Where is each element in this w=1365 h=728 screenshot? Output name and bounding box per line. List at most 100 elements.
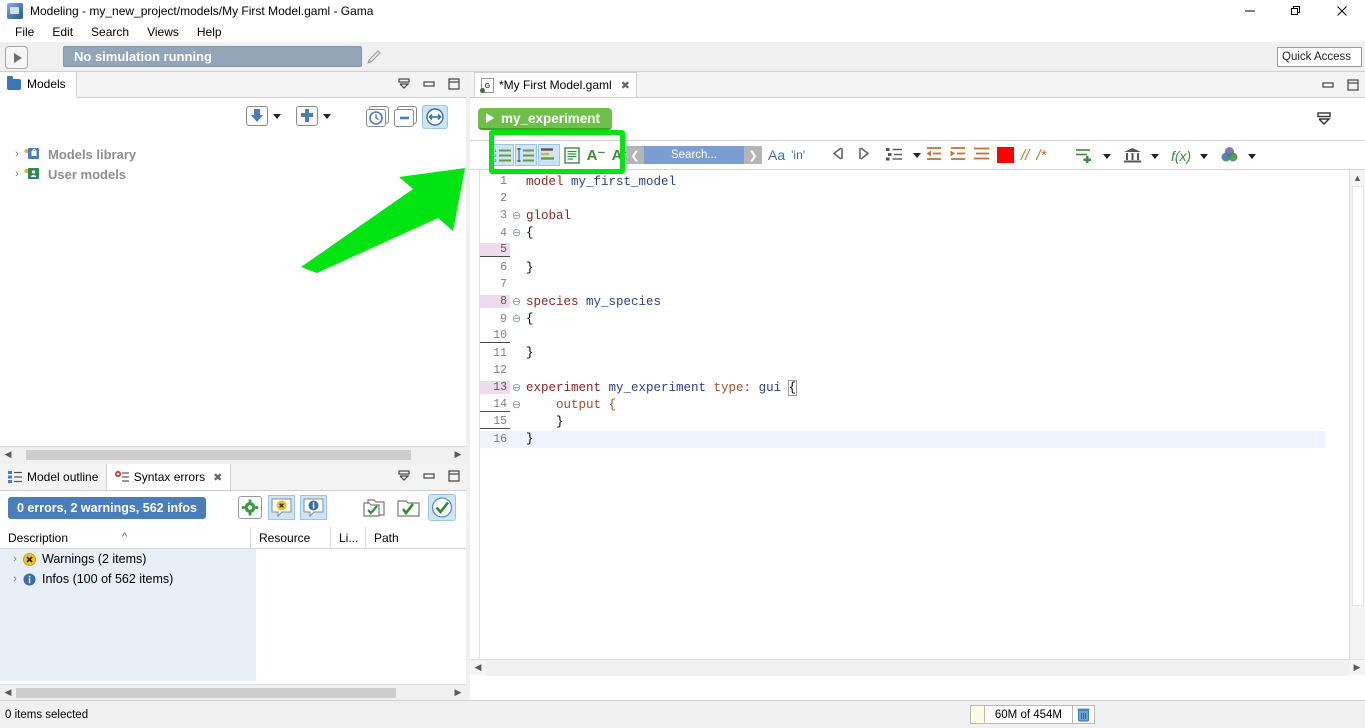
minimize-button[interactable] — [1227, 0, 1273, 22]
fold-icon[interactable]: ⊖ — [510, 226, 523, 240]
code-vscrollbar[interactable]: ▲ ▼ — [1349, 170, 1365, 675]
twisty-icon[interactable]: › — [10, 148, 24, 160]
menu-views[interactable]: Views — [138, 23, 188, 41]
import-model-icon[interactable] — [246, 106, 268, 126]
minimize-all-icon[interactable] — [396, 76, 412, 92]
scroll-thumb[interactable] — [16, 687, 396, 698]
fold-icon[interactable]: ⊖ — [510, 209, 523, 223]
colors-icon[interactable] — [1220, 146, 1239, 166]
functions-caret[interactable] — [1200, 153, 1209, 159]
line-comment-icon[interactable]: // — [1021, 147, 1029, 164]
tab-models[interactable]: Models — [0, 72, 77, 98]
column-resource[interactable]: Resource — [250, 526, 330, 549]
builtin-types-icon[interactable] — [1123, 147, 1142, 166]
minimize-all-icon[interactable] — [396, 468, 412, 484]
scroll-track[interactable] — [486, 659, 1349, 676]
scroll-thumb[interactable] — [26, 449, 411, 460]
outline-list-icon[interactable] — [886, 147, 903, 164]
whole-word-icon[interactable]: 'in' — [791, 148, 805, 162]
new-dropdown-caret[interactable] — [323, 113, 331, 119]
scroll-left-icon[interactable]: ◀ — [0, 449, 16, 460]
block-comment-icon[interactable]: /* — [1036, 147, 1046, 164]
scroll-right-icon[interactable]: ▶ — [450, 687, 466, 698]
scroll-track[interactable] — [16, 446, 450, 463]
scroll-thumb[interactable] — [1352, 186, 1364, 606]
add-template-caret[interactable] — [1103, 153, 1111, 159]
font-decrease-icon[interactable]: A⁻ — [584, 144, 608, 166]
maximize-icon[interactable] — [1345, 77, 1361, 93]
search-prev-icon[interactable]: ❮ — [626, 146, 644, 164]
search-next-icon[interactable]: ❯ — [744, 146, 762, 164]
color-swatch-icon[interactable] — [997, 147, 1014, 163]
models-hscrollbar[interactable]: ◀ ▶ — [0, 446, 466, 463]
menu-help[interactable]: Help — [188, 23, 231, 41]
fold-icon[interactable]: ⊖ — [510, 295, 523, 309]
pencil-icon[interactable] — [366, 49, 382, 65]
tree-item-models-library[interactable]: › Models library — [0, 144, 466, 164]
fold-icon[interactable]: ⊖ — [510, 381, 523, 395]
scroll-up-icon[interactable]: ▲ — [1350, 170, 1365, 186]
scope-selection-icon[interactable] — [395, 495, 422, 520]
twisty-icon[interactable]: › — [8, 553, 22, 565]
memory-indicator[interactable]: 60M of 454M — [969, 705, 1095, 724]
markers-icon[interactable] — [538, 144, 560, 166]
infos-filter-icon[interactable] — [300, 495, 327, 520]
format-lines-icon[interactable] — [973, 146, 990, 164]
scroll-right-icon[interactable]: ▶ — [1349, 662, 1365, 673]
menu-edit[interactable]: Edit — [43, 23, 82, 41]
scroll-track[interactable] — [16, 684, 450, 701]
twisty-icon[interactable]: › — [10, 168, 24, 180]
indent-icon[interactable] — [949, 146, 966, 164]
editor-minimize-all-icon[interactable] — [1315, 110, 1333, 128]
trash-icon[interactable] — [1072, 706, 1094, 723]
warnings-filter-icon[interactable] — [268, 495, 295, 520]
settings-gear-icon[interactable] — [238, 496, 262, 519]
word-wrap-icon[interactable] — [561, 144, 583, 166]
case-sensitive-icon[interactable]: Aa — [768, 147, 785, 163]
tree-item-user-models[interactable]: › User models — [0, 164, 466, 184]
scope-active-icon[interactable] — [428, 494, 456, 521]
outline-caret-icon[interactable] — [913, 152, 921, 158]
back-arrow-icon[interactable] — [830, 146, 847, 164]
scroll-left-icon[interactable]: ◀ — [0, 687, 16, 698]
list-item[interactable]: › Warnings (2 items) — [0, 549, 466, 569]
close-icon[interactable]: ✖ — [213, 471, 222, 484]
new-model-icon[interactable] — [296, 106, 318, 126]
tab-model-outline[interactable]: Model outline — [0, 464, 108, 490]
column-path[interactable]: Path — [365, 526, 466, 549]
column-line[interactable]: Li... — [330, 526, 365, 549]
scroll-left-icon[interactable]: ◀ — [470, 662, 486, 673]
menu-search[interactable]: Search — [82, 23, 138, 41]
link-sync-icon[interactable] — [422, 105, 448, 129]
list-item[interactable]: › Infos (100 of 562 items) — [0, 569, 466, 589]
errors-hscrollbar[interactable]: ◀ ▶ — [0, 684, 466, 701]
close-icon[interactable]: ✖ — [621, 79, 630, 92]
scope-all-icon[interactable] — [362, 495, 389, 520]
column-description[interactable]: Description ^ — [0, 527, 250, 549]
scroll-right-icon[interactable]: ▶ — [450, 449, 466, 460]
collapse-all-icon[interactable] — [394, 106, 418, 128]
minimize-icon[interactable] — [421, 76, 437, 92]
outdent-icon[interactable] — [925, 146, 942, 164]
experiment-button[interactable]: my_experiment — [478, 108, 613, 130]
folding-icon[interactable] — [515, 144, 537, 166]
fold-icon[interactable]: ⊖ — [510, 398, 523, 412]
builtin-types-caret[interactable] — [1151, 153, 1159, 159]
editor-gutter[interactable] — [470, 170, 480, 675]
twisty-icon[interactable]: › — [8, 573, 22, 585]
forward-arrow-icon[interactable] — [855, 146, 872, 164]
import-dropdown-caret[interactable] — [273, 113, 281, 119]
fold-icon[interactable]: ⊖ — [510, 312, 523, 326]
quick-access-field[interactable]: Quick Access — [1277, 47, 1362, 67]
history-clock-icon[interactable] — [366, 106, 390, 128]
play-icon[interactable] — [5, 46, 28, 69]
tab-my-first-model[interactable]: G *My First Model.gaml ✖ — [474, 72, 637, 97]
tab-syntax-errors[interactable]: Syntax errors ✖ — [106, 464, 232, 490]
close-button[interactable] — [1319, 0, 1365, 22]
functions-icon[interactable]: f(x) — [1171, 148, 1191, 164]
minimize-icon[interactable] — [1320, 77, 1336, 93]
code-editor[interactable]: 1 model my_first_model 2 3 ⊖ global 4 ⊖{ 5 6… — [470, 170, 1365, 675]
minimize-icon[interactable] — [421, 468, 437, 484]
menu-file[interactable]: File — [6, 23, 43, 41]
line-numbers-icon[interactable]: 1 2 3 — [492, 144, 514, 166]
